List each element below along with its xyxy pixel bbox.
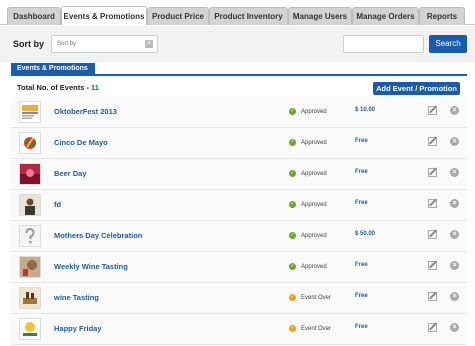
event-row: Beer Day ✓ Approved Free ×	[11, 159, 467, 190]
sort-select-value: Sort by	[57, 41, 77, 47]
delete-icon[interactable]: ×	[450, 230, 459, 239]
event-name-link[interactable]: Mothers Day Celebration	[54, 231, 142, 240]
event-status: ✓ Approved	[289, 108, 327, 115]
event-name-link[interactable]: Beer Day	[54, 169, 87, 178]
event-status-text: Event Over	[301, 325, 332, 332]
event-row: Happy Friday ✓ Event Over Free ×	[11, 314, 467, 345]
event-price: Free	[355, 293, 368, 299]
approved-icon: ✓	[289, 170, 296, 177]
total-events-count: 11	[91, 83, 99, 92]
clear-icon[interactable]: ×	[145, 40, 153, 48]
event-price: Free	[355, 138, 368, 144]
edit-icon[interactable]	[428, 137, 437, 146]
tab-manage-users[interactable]: Manage Users	[288, 7, 352, 25]
event-thumbnail	[19, 132, 41, 154]
event-price: Free	[355, 324, 368, 330]
events-list: OktoberFest 2013 ✓ Approved $ 10.00 × Cin…	[11, 97, 467, 346]
event-price: Free	[355, 200, 368, 206]
event-over-icon: ✓	[289, 294, 296, 301]
search-input[interactable]	[343, 35, 424, 53]
event-row: Cinco De Mayo ✓ Approved Free ×	[11, 128, 467, 159]
edit-icon[interactable]	[428, 199, 437, 208]
event-status: ✓ Event Over	[289, 294, 331, 301]
total-events-text: Total No. of Events -	[17, 83, 92, 92]
approved-icon: ✓	[289, 108, 296, 115]
event-row: OktoberFest 2013 ✓ Approved $ 10.00 ×	[11, 97, 467, 128]
event-status-text: Approved	[301, 263, 327, 270]
event-status: ✓ Event Over	[289, 325, 331, 332]
event-status: ✓ Approved	[289, 232, 327, 239]
event-row: Weekly Wine Tasting ✓ Approved Free ×	[11, 252, 467, 283]
delete-icon[interactable]: ×	[450, 261, 459, 270]
event-status-text: Approved	[301, 108, 327, 115]
delete-icon[interactable]: ×	[450, 323, 459, 332]
event-name-link[interactable]: Happy Friday	[54, 324, 102, 333]
approved-icon: ✓	[289, 232, 296, 239]
event-name-link[interactable]: OktoberFest 2013	[54, 107, 117, 116]
tab-dashboard[interactable]: Dashboard	[7, 7, 61, 25]
event-price: $ 10.00	[355, 107, 376, 113]
event-over-icon: ✓	[289, 325, 296, 332]
event-name-link[interactable]: fd	[54, 200, 61, 209]
approved-icon: ✓	[289, 201, 296, 208]
event-name-link[interactable]: Cinco De Mayo	[54, 138, 108, 147]
approved-icon: ✓	[289, 263, 296, 270]
event-status-text: Approved	[301, 232, 327, 239]
tab-product-price[interactable]: Product Price	[147, 7, 209, 25]
edit-icon[interactable]	[428, 261, 437, 270]
edit-icon[interactable]	[428, 292, 437, 301]
delete-icon[interactable]: ×	[450, 137, 459, 146]
search-button[interactable]: Search	[429, 35, 467, 53]
event-thumbnail	[19, 194, 41, 216]
event-thumbnail	[19, 101, 41, 123]
event-price: Free	[355, 262, 368, 268]
tab-reports[interactable]: Reports	[419, 7, 465, 25]
panel-header: Total No. of Events - 11 Add Event / Pro…	[11, 77, 467, 95]
delete-icon[interactable]: ×	[450, 292, 459, 301]
event-status: ✓ Approved	[289, 139, 327, 146]
event-status: ✓ Approved	[289, 201, 327, 208]
event-name-link[interactable]: wine Tasting	[54, 293, 99, 302]
total-events-label: Total No. of Events - 11	[17, 83, 99, 92]
event-thumbnail	[19, 256, 41, 278]
edit-icon[interactable]	[428, 106, 437, 115]
event-status-text: Approved	[301, 170, 327, 177]
delete-icon[interactable]: ×	[450, 199, 459, 208]
event-price: $ 50.00	[355, 231, 376, 237]
filter-bar: Sort by Sort by × Search	[0, 26, 475, 62]
edit-icon[interactable]	[428, 230, 437, 239]
event-thumbnail	[19, 287, 41, 309]
event-row: wine Tasting ✓ Event Over Free ×	[11, 283, 467, 314]
event-price: Free	[355, 169, 368, 175]
delete-icon[interactable]: ×	[450, 168, 459, 177]
event-status-text: Approved	[301, 139, 327, 146]
add-event-button[interactable]: Add Event / Promotion	[373, 82, 460, 95]
sort-select[interactable]: Sort by ×	[51, 35, 158, 53]
event-thumbnail	[19, 163, 41, 185]
tab-manage-orders[interactable]: Manage Orders	[352, 7, 419, 25]
event-status-text: Event Over	[301, 294, 332, 301]
event-thumbnail	[19, 225, 41, 247]
tab-events-promotions[interactable]: Events & Promotions	[61, 6, 147, 25]
delete-icon[interactable]: ×	[450, 106, 459, 115]
edit-icon[interactable]	[428, 323, 437, 332]
event-status: ✓ Approved	[289, 170, 327, 177]
event-row: Mothers Day Celebration ✓ Approved $ 50.0…	[11, 221, 467, 252]
event-name-link[interactable]: Weekly Wine Tasting	[54, 262, 128, 271]
event-status-text: Approved	[301, 201, 327, 208]
event-thumbnail	[19, 318, 41, 340]
edit-icon[interactable]	[428, 168, 437, 177]
approved-icon: ✓	[289, 139, 296, 146]
sort-label: Sort by	[13, 39, 45, 49]
tab-product-inventory[interactable]: Product Inventory	[209, 7, 288, 25]
main-tabbar: Dashboard Events & Promotions Product Pr…	[0, 0, 475, 25]
event-status: ✓ Approved	[289, 263, 327, 270]
event-row: fd ✓ Approved Free ×	[11, 190, 467, 221]
panel-divider	[11, 74, 467, 76]
